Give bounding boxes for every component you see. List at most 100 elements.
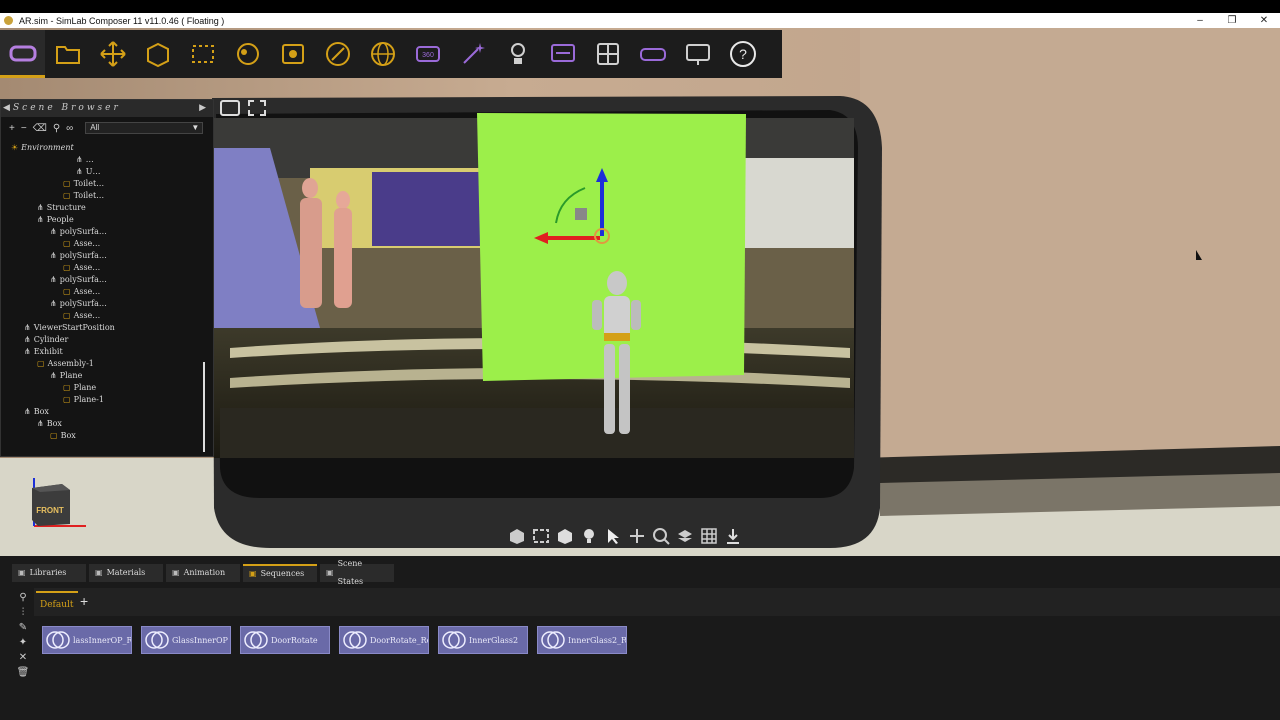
restore-icon[interactable]: ❐ [1216, 13, 1248, 28]
tree-item[interactable]: ⋔ Box [37, 418, 62, 430]
part-icon: ▢ [50, 431, 58, 440]
move-button[interactable] [90, 30, 135, 78]
materials-button[interactable] [225, 30, 270, 78]
pin-icon[interactable]: ✦ [19, 637, 27, 648]
minimize-icon[interactable]: – [1184, 13, 1216, 28]
tree-item[interactable]: ▢ Asse… [63, 262, 100, 274]
tab-materials[interactable]: ▣ Materials [89, 564, 163, 582]
presentation-button[interactable] [540, 30, 585, 78]
vr-glasses-button[interactable] [630, 30, 675, 78]
move-icon [99, 41, 126, 67]
remove-icon[interactable]: − [21, 123, 27, 134]
sequence-item[interactable]: DoorRotate_Rev… [339, 626, 429, 654]
tree-item[interactable]: ▢ Box [50, 430, 76, 442]
tree-item-label: Asse… [73, 239, 101, 248]
tree-item-label: Cylinder [33, 335, 69, 344]
sequence-item[interactable]: lassInnerOP_R… [42, 626, 132, 654]
tab-default[interactable]: Default [36, 591, 78, 615]
viewport-toolbar [506, 522, 782, 550]
sequence-label: InnerGlass2 [469, 635, 519, 645]
tree-item[interactable]: ▢ Plane-1 [63, 394, 104, 406]
camera-icon[interactable] [220, 100, 240, 116]
tree-item[interactable]: ▢ Plane [63, 382, 96, 394]
binoculars-icon[interactable]: ∞ [66, 123, 73, 134]
tree-item[interactable]: ⋔ polySurfa… [50, 274, 107, 286]
expand-right-icon[interactable]: ▶ [199, 100, 209, 117]
tree-item-label: Structure [46, 203, 86, 212]
screen-button[interactable] [675, 30, 720, 78]
select-arrow-button[interactable] [602, 524, 624, 548]
close-icon[interactable]: ✕ [19, 652, 27, 663]
tab-label: Libraries [29, 568, 67, 577]
light-bulb-icon [584, 529, 594, 543]
zoom-button[interactable] [650, 524, 672, 548]
tree-item[interactable]: ⋔ polySurfa… [50, 226, 107, 238]
tree-item[interactable]: ⋔… [76, 154, 94, 166]
tree-item[interactable]: ▢ Toilet… [63, 178, 104, 190]
edit-3d-button[interactable] [135, 30, 180, 78]
add-icon[interactable]: + [9, 123, 15, 134]
layers-button[interactable] [674, 524, 696, 548]
tree-item[interactable]: ▢ Asse… [63, 286, 100, 298]
tree-item[interactable]: ▢ Asse… [63, 310, 100, 322]
open-button[interactable] [45, 30, 90, 78]
box-button[interactable] [554, 524, 576, 548]
tab-label: Materials [106, 568, 146, 577]
tree-item[interactable]: ☀ Environment [11, 142, 74, 154]
light-bulb-button[interactable] [578, 524, 600, 548]
search-icon[interactable]: ⚲ [53, 123, 60, 134]
tree-item[interactable]: ⋔ People [37, 214, 74, 226]
tree-item[interactable]: ⋔ U… [76, 166, 100, 178]
tree-item[interactable]: ⋔ Box [24, 406, 49, 418]
sequence-item[interactable]: InnerGlass2_Rev… [537, 626, 627, 654]
split-icon[interactable]: ⫶ [22, 607, 25, 618]
add-view-icon[interactable] [248, 100, 266, 116]
sequence-item[interactable]: InnerGlass2 [438, 626, 528, 654]
pencil-icon[interactable]: ✎ [19, 622, 27, 633]
magic-wand-button[interactable] [450, 30, 495, 78]
tree-scrollbar[interactable] [203, 362, 205, 452]
tree-item[interactable]: ▢ Asse… [63, 238, 100, 250]
collapse-left-icon[interactable]: ◀ [3, 100, 13, 117]
search-icon[interactable]: ⚲ [19, 592, 26, 603]
close-icon[interactable]: ✕ [1248, 13, 1280, 28]
tree-item[interactable]: ⋔ Plane [50, 370, 82, 382]
layout-grid-button[interactable] [585, 30, 630, 78]
help-button[interactable]: ? [720, 30, 765, 78]
download-button[interactable] [722, 524, 744, 548]
camera-frame-button[interactable] [270, 30, 315, 78]
tree-item-label: polySurfa… [59, 275, 107, 284]
tree-item[interactable]: ⋔ polySurfa… [50, 298, 107, 310]
tree-item[interactable]: ⋔ Exhibit [24, 346, 63, 358]
eraser-icon[interactable]: ⌫ [33, 123, 47, 134]
tree-item-label: Environment [21, 143, 74, 152]
navigation-cube[interactable]: FRONT [26, 474, 94, 536]
tree-item[interactable]: ▢ Toilet… [63, 190, 104, 202]
sequence-item[interactable]: DoorRotate [240, 626, 330, 654]
grid-button[interactable] [698, 524, 720, 548]
tab-libraries[interactable]: ▣ Libraries [12, 564, 86, 582]
360-button[interactable]: 360 [405, 30, 450, 78]
tree-item[interactable]: ⋔ Cylinder [24, 334, 68, 346]
vr-headset-button[interactable] [0, 30, 45, 78]
trash-icon[interactable]: 🗑 [17, 667, 30, 678]
tree-item[interactable]: ⋔ Structure [37, 202, 86, 214]
tree-item[interactable]: ▢ Assembly-1 [37, 358, 94, 370]
globe-button[interactable] [360, 30, 405, 78]
tab-animation[interactable]: ▣ Animation [166, 564, 240, 582]
fit-button[interactable] [530, 524, 552, 548]
filter-dropdown[interactable]: All ▼ [85, 122, 204, 134]
light-button[interactable] [495, 30, 540, 78]
add-sequence-button[interactable]: + [80, 593, 88, 609]
tab-sequences[interactable]: ▣ Sequences [243, 564, 317, 582]
transform-button[interactable] [626, 524, 648, 548]
selection-button[interactable] [180, 30, 225, 78]
sequence-item[interactable]: GlassInnerOP [141, 626, 231, 654]
part-icon: ▢ [63, 395, 71, 404]
tree-item-label: polySurfa… [59, 227, 107, 236]
pen-button[interactable] [315, 30, 360, 78]
tree-item[interactable]: ⋔ polySurfa… [50, 250, 107, 262]
tree-item[interactable]: ⋔ ViewerStartPosition [24, 322, 115, 334]
tab-scene-states[interactable]: ▣ Scene States [320, 559, 394, 586]
view-cube-button[interactable] [506, 524, 528, 548]
